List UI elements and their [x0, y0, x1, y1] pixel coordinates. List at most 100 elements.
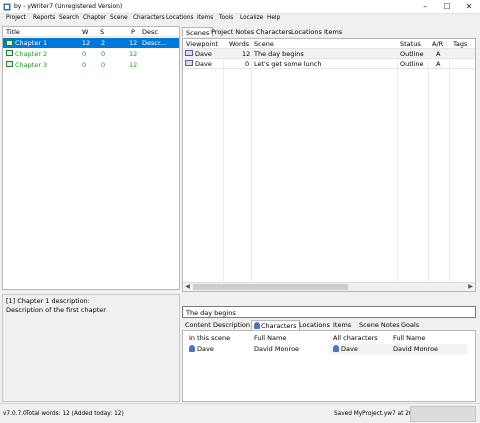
col-title[interactable]: Title	[6, 28, 20, 36]
chapter-p: 12	[129, 39, 138, 47]
col-ar[interactable]: A/R	[432, 40, 443, 48]
chapter-words: 12	[82, 39, 91, 47]
scene-grid[interactable]: Viewpoint Words Scene Status A/R Tags Da…	[182, 38, 476, 292]
col-all-characters[interactable]: All characters	[333, 334, 378, 342]
scene-title-field[interactable]: The day begins	[182, 306, 476, 318]
tab-locations[interactable]: Locations	[288, 27, 325, 37]
scene-title-value: The day begins	[186, 309, 236, 317]
chapter-icon	[6, 50, 13, 56]
menu-items[interactable]: Items	[197, 15, 213, 21]
characters-icon	[254, 322, 260, 329]
chapter-scenes: 2	[101, 39, 106, 47]
menu-chapter[interactable]: Chapter	[83, 15, 106, 21]
maximize-button[interactable]: ☐	[436, 0, 458, 14]
tab-items[interactable]: Items	[321, 27, 345, 37]
chapter-scenes: 0	[101, 50, 106, 58]
chapter-words: 0	[82, 61, 87, 69]
scene-title: The day begins	[254, 50, 304, 58]
col-full-name[interactable]: Full Name	[254, 334, 286, 342]
scrollbar-thumb[interactable]	[193, 284, 348, 290]
col-in-scene[interactable]: In this scene	[189, 334, 230, 342]
app-icon	[3, 3, 11, 11]
title-bar: by - yWriter7 (Unregistered Version) – ☐…	[0, 0, 480, 14]
col-full-name-all[interactable]: Full Name	[393, 334, 425, 342]
menu-help[interactable]: Help	[267, 15, 280, 21]
col-scene[interactable]: Scene	[254, 40, 274, 48]
menu-locations[interactable]: Locations	[166, 15, 194, 21]
tab-characters-label: Characters	[261, 322, 297, 330]
horizontal-scrollbar[interactable]: ◀ ▶	[183, 282, 475, 291]
tab-description[interactable]: Description	[210, 320, 253, 330]
all-character-row[interactable]: Dave David Monroe	[329, 344, 467, 354]
scene-ar: A	[436, 50, 441, 58]
character-icon	[333, 345, 339, 352]
chapter-scenes: 0	[101, 61, 106, 69]
menu-localize[interactable]: Localize	[240, 15, 263, 21]
menu-tools[interactable]: Tools	[219, 15, 233, 21]
col-viewpoint[interactable]: Viewpoint	[186, 40, 218, 48]
col-s[interactable]: S	[100, 28, 104, 36]
all-character-full-name: David Monroe	[393, 345, 439, 353]
scene-status: Outline	[400, 60, 424, 68]
col-w[interactable]: W	[82, 28, 88, 36]
col-desc[interactable]: Desc	[142, 28, 158, 36]
grid-line	[428, 49, 429, 282]
description-text: Description of the first chapter	[6, 306, 106, 314]
chapter-title: Chapter 3	[15, 61, 48, 69]
chapter-title: Chapter 1	[15, 39, 48, 47]
menu-search[interactable]: Search	[59, 15, 79, 21]
chapter-list-header: Title W S P Desc	[3, 27, 179, 37]
chapter-desc: Descr...	[142, 39, 167, 47]
main-tabs: Scenes Project Notes Characters Location…	[182, 27, 476, 38]
close-button[interactable]: ✕	[458, 0, 480, 14]
chapter-icon	[6, 40, 13, 46]
tab-characters-detail[interactable]: Characters	[251, 320, 301, 330]
tab-goals[interactable]: Goals	[398, 320, 422, 330]
scene-viewpoint: Dave	[195, 60, 212, 68]
scene-row[interactable]: Dave 0 Let's get some lunch Outline A	[183, 59, 475, 69]
status-version: v7.0.7.0	[3, 411, 27, 417]
all-character-name: Dave	[341, 345, 358, 353]
menu-characters[interactable]: Characters	[133, 15, 165, 21]
chapter-row[interactable]: Chapter 3 0 0 12	[3, 60, 179, 70]
col-p[interactable]: P	[131, 28, 135, 36]
scene-viewpoint: Dave	[195, 50, 212, 58]
characters-header: In this scene Full Name All characters F…	[183, 333, 475, 343]
grid-line	[397, 49, 398, 282]
tab-project-notes[interactable]: Project Notes	[208, 27, 257, 37]
description-heading: [1] Chapter 1 description:	[6, 297, 90, 305]
character-icon	[189, 345, 195, 352]
scene-status: Outline	[400, 50, 424, 58]
chapter-p: 12	[129, 50, 138, 58]
scene-title: Let's get some lunch	[254, 60, 322, 68]
menu-project[interactable]: Project	[6, 15, 26, 21]
chapter-list[interactable]: Title W S P Desc Chapter 1 12 2 12 Descr…	[2, 26, 180, 290]
menu-scene[interactable]: Scene	[110, 15, 128, 21]
character-full-name: David Monroe	[254, 345, 300, 353]
scene-grid-header: Viewpoint Words Scene Status A/R Tags	[183, 39, 475, 49]
tab-locations-detail[interactable]: Locations	[296, 320, 333, 330]
chapter-icon	[6, 61, 13, 67]
characters-panel: In this scene Full Name All characters F…	[182, 330, 476, 402]
chapter-description[interactable]: [1] Chapter 1 description: Description o…	[2, 294, 180, 402]
status-bar: v7.0.7.0 Total words: 12 (Added today: 1…	[0, 403, 480, 423]
grid-line	[251, 49, 252, 282]
chapter-row[interactable]: Chapter 2 0 0 12	[3, 49, 179, 59]
scene-row[interactable]: Dave 12 The day begins Outline A	[183, 49, 475, 59]
chapter-row[interactable]: Chapter 1 12 2 12 Descr...	[3, 38, 179, 48]
window-title: by - yWriter7 (Unregistered Version)	[14, 3, 123, 10]
col-words[interactable]: Words	[229, 40, 249, 48]
status-saved: Saved MyProject.yw7 at 20:43	[334, 411, 422, 417]
menu-reports[interactable]: Reports	[33, 15, 55, 21]
chapter-p: 12	[129, 61, 138, 69]
scroll-right-icon[interactable]: ▶	[466, 283, 475, 291]
tab-scene-notes[interactable]: Scene Notes	[356, 320, 403, 330]
menu-bar: Project Reports Search Chapter Scene Cha…	[0, 14, 480, 25]
col-status[interactable]: Status	[400, 40, 421, 48]
minimize-button[interactable]: –	[414, 0, 436, 14]
tab-items-detail[interactable]: Items	[330, 320, 354, 330]
col-tags[interactable]: Tags	[453, 40, 467, 48]
scroll-left-icon[interactable]: ◀	[183, 283, 192, 291]
character-name: Dave	[197, 345, 214, 353]
scene-ar: A	[436, 60, 441, 68]
